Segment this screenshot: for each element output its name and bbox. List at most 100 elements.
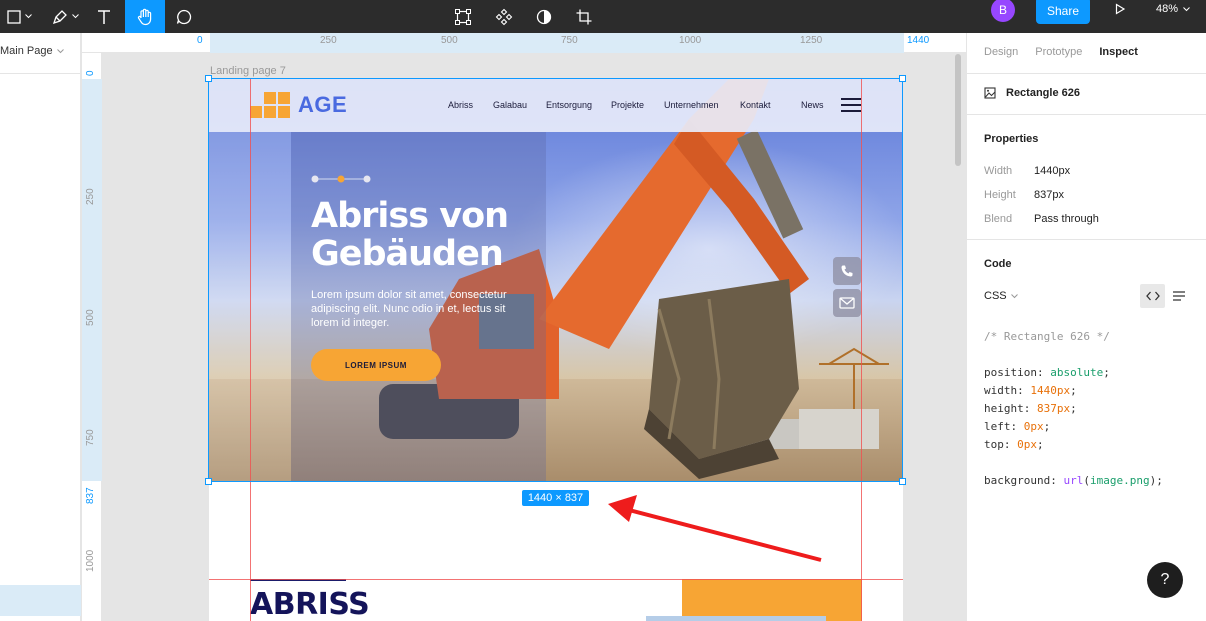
- code-key: position:: [984, 366, 1051, 379]
- divider: [967, 239, 1206, 240]
- resize-handle[interactable]: [205, 75, 212, 82]
- prop-value-blend[interactable]: Pass through: [1034, 213, 1099, 225]
- inspect-panel: Design Prototype Inspect Rectangle 626 P…: [966, 33, 1206, 621]
- ruler-tick: 837: [85, 487, 96, 504]
- chevron-down-icon: [72, 14, 79, 19]
- ruler-tick: 1250: [800, 35, 823, 46]
- component-button[interactable]: [491, 0, 517, 33]
- crop-icon: [576, 9, 592, 24]
- size-tag: 1440 × 837: [522, 490, 589, 506]
- code-function: url: [1063, 474, 1084, 487]
- page-selector[interactable]: Main Page: [0, 45, 64, 57]
- chevron-down-icon: [1010, 293, 1018, 298]
- contrast-icon: [536, 9, 552, 24]
- contrast-button[interactable]: [531, 0, 557, 33]
- ruler-selection-range: [82, 79, 102, 481]
- pen-tool-icon: [52, 9, 67, 24]
- code-line-height: height: 837px;: [984, 402, 1077, 415]
- annotation-arrow: [608, 495, 822, 562]
- divider: [967, 114, 1206, 115]
- selection-outline: [208, 78, 903, 482]
- code-key: left:: [984, 420, 1024, 433]
- zoom-dropdown[interactable]: 48%: [1156, 0, 1190, 18]
- divider: [967, 73, 1206, 74]
- ruler-tick: 750: [561, 35, 578, 46]
- avatar-initial: B: [998, 3, 1007, 17]
- code-value: 0px: [1017, 438, 1037, 451]
- present-button[interactable]: [1108, 0, 1132, 18]
- prop-value-height[interactable]: 837px: [1034, 189, 1064, 201]
- ruler-tick: 750: [85, 429, 96, 446]
- code-line-left: left: 0px;: [984, 420, 1051, 433]
- page-selector-label: Main Page: [0, 45, 53, 57]
- ruler-tick: 1000: [679, 35, 702, 46]
- tab-inspect[interactable]: Inspect: [1099, 46, 1138, 58]
- resize-handle[interactable]: [899, 75, 906, 82]
- layers-panel: Main Page: [0, 33, 81, 621]
- code-comment: /* Rectangle 626 */: [984, 330, 1110, 343]
- ruler-tick: 0: [85, 70, 96, 76]
- chevron-down-icon: [25, 14, 32, 19]
- code-value: absolute: [1050, 366, 1104, 379]
- horizontal-ruler: 0 250 500 750 1000 1250 1440: [82, 33, 966, 53]
- frame-tool-icon: [7, 9, 21, 24]
- crop-button[interactable]: [571, 0, 597, 33]
- code-language-label: CSS: [984, 290, 1007, 302]
- top-toolbar: B Share 48%: [0, 0, 1206, 33]
- prop-value-width[interactable]: 1440px: [1034, 165, 1070, 177]
- code-line-top: top: 0px;: [984, 438, 1044, 451]
- hand-tool-icon: [137, 8, 152, 25]
- text-tool-icon: [98, 9, 110, 24]
- resize-handle[interactable]: [899, 478, 906, 485]
- text-tool-button[interactable]: [88, 0, 120, 33]
- vertical-ruler: 0 250 500 750 837 1000: [82, 53, 102, 621]
- frame-tool-button[interactable]: [0, 0, 38, 33]
- prop-label-height: Height: [984, 189, 1016, 201]
- frame-select-icon: [455, 8, 471, 25]
- component-icon: [495, 8, 513, 25]
- pen-tool-button[interactable]: [46, 0, 84, 33]
- ruler-tick: 0: [197, 35, 203, 46]
- help-button[interactable]: ?: [1147, 562, 1183, 598]
- comment-tool-button[interactable]: [168, 0, 200, 33]
- code-language-dropdown[interactable]: CSS: [984, 290, 1018, 302]
- code-line-width: width: 1440px;: [984, 384, 1077, 397]
- code-key: background:: [984, 474, 1064, 487]
- code-view-button[interactable]: [1140, 284, 1165, 308]
- resize-handle[interactable]: [205, 478, 212, 485]
- frame-select-button[interactable]: [450, 0, 476, 33]
- ruler-tick: 1440: [907, 35, 930, 46]
- properties-heading: Properties: [984, 133, 1039, 145]
- share-button[interactable]: Share: [1036, 0, 1090, 24]
- ruler-tick: 1000: [85, 549, 96, 572]
- selected-layer-row[interactable]: [0, 585, 81, 616]
- layout-guide: [209, 579, 903, 580]
- hand-tool-button[interactable]: [125, 0, 165, 33]
- code-key: width:: [984, 384, 1031, 397]
- layer-name: Rectangle 626: [1006, 87, 1080, 99]
- section-title: ABRISS: [250, 587, 370, 621]
- avatar[interactable]: B: [991, 0, 1015, 22]
- code-value: 837px: [1036, 402, 1071, 415]
- tab-design[interactable]: Design: [984, 46, 1018, 58]
- canvas[interactable]: Landing page 7 AGE Abriss Galabau Entsor…: [103, 54, 966, 621]
- divider: [0, 73, 81, 74]
- code-icon: [1145, 291, 1160, 301]
- panel-tabs: Design Prototype Inspect: [984, 46, 1138, 58]
- code-line-background: background: url(image.png);: [984, 474, 1163, 487]
- list-view-button[interactable]: [1168, 284, 1190, 308]
- code-value: image.png: [1089, 474, 1150, 487]
- code-key: height:: [984, 402, 1037, 415]
- play-icon: [1115, 3, 1126, 15]
- blue-card[interactable]: [646, 616, 826, 621]
- zoom-level: 48%: [1156, 3, 1179, 15]
- canvas-scrollbar[interactable]: [955, 54, 961, 166]
- chevron-down-icon: [1183, 6, 1190, 11]
- prop-label-blend: Blend: [984, 213, 1013, 225]
- list-icon: [1173, 291, 1185, 301]
- ruler-tick: 250: [320, 35, 337, 46]
- chevron-down-icon: [56, 48, 64, 53]
- tab-prototype[interactable]: Prototype: [1035, 46, 1082, 58]
- frame-label[interactable]: Landing page 7: [210, 65, 286, 77]
- orange-card[interactable]: [682, 579, 862, 621]
